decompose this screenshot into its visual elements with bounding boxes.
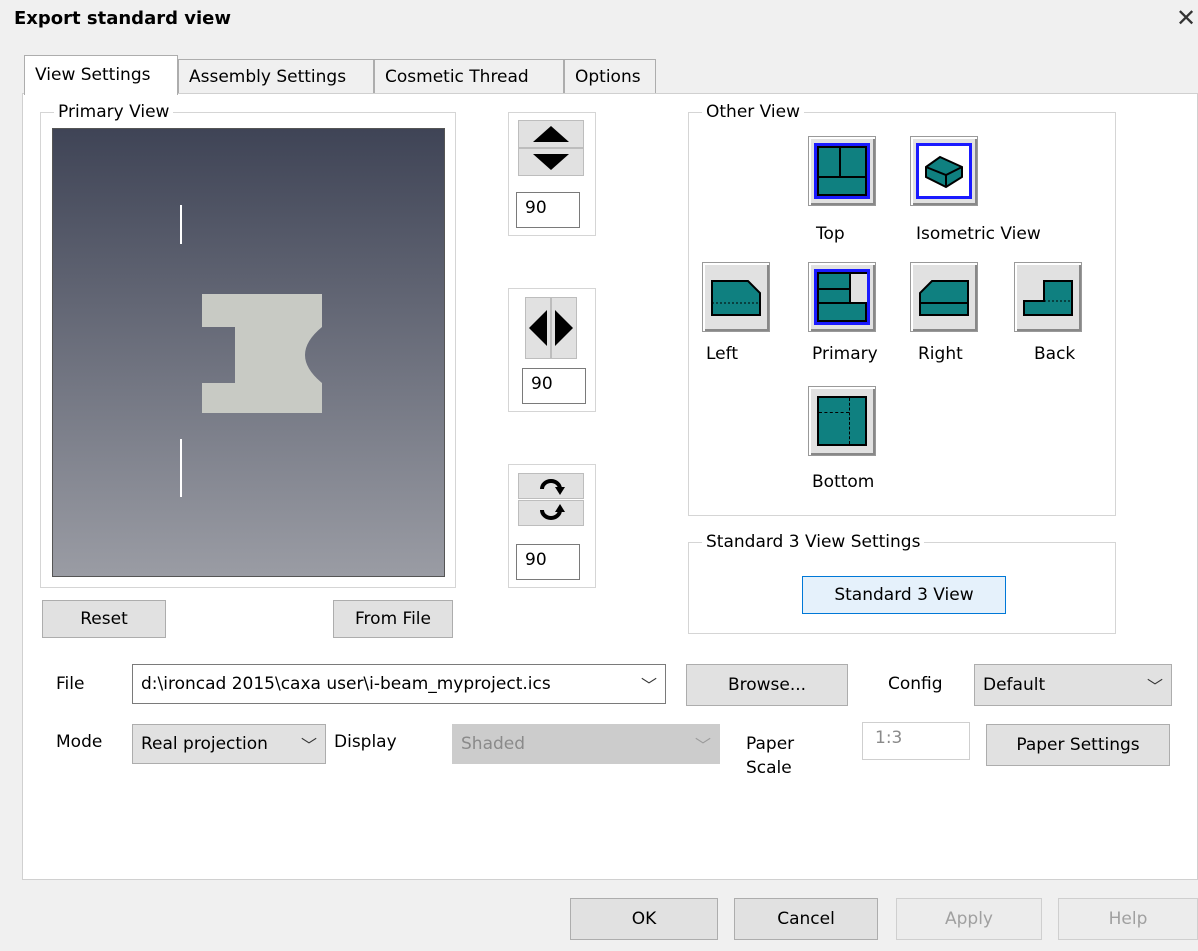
mode-value: Real projection xyxy=(141,734,268,754)
from-file-button[interactable]: From File xyxy=(333,600,453,638)
view-right-label: Right xyxy=(918,344,963,364)
close-icon[interactable]: ✕ xyxy=(1176,4,1196,32)
primary-view-icon xyxy=(814,269,870,325)
file-path-value: d:\ironcad 2015\caxa user\i-beam_myproje… xyxy=(141,674,551,694)
tab-cosmetic-thread[interactable]: Cosmetic Thread xyxy=(374,59,564,93)
primary-view-legend: Primary View xyxy=(54,102,174,122)
spin-angle-input[interactable]: 90 xyxy=(516,544,580,580)
tab-options[interactable]: Options xyxy=(564,59,656,93)
reset-button[interactable]: Reset xyxy=(42,600,166,638)
view-left-label: Left xyxy=(706,344,738,364)
file-label: File xyxy=(56,674,85,694)
view-left-button[interactable] xyxy=(702,262,770,332)
rotate-right-button[interactable] xyxy=(551,297,577,359)
rotate-cw-icon xyxy=(540,479,565,495)
chevron-down-icon: ﹀ xyxy=(640,676,657,695)
i-beam-profile xyxy=(202,294,322,413)
horizontal-angle-input[interactable]: 90 xyxy=(522,368,586,404)
paper-scale-label-line2: Scale xyxy=(746,758,792,778)
standard-3-view-button[interactable]: Standard 3 View xyxy=(802,576,1006,614)
view-bottom-label: Bottom xyxy=(812,472,875,492)
vertical-angle-input[interactable]: 90 xyxy=(516,192,580,228)
cancel-button[interactable]: Cancel xyxy=(734,898,878,940)
left-view-icon xyxy=(711,280,761,316)
browse-button[interactable]: Browse... xyxy=(686,664,848,706)
bottom-view-icon xyxy=(817,396,867,446)
primary-viewport[interactable] xyxy=(52,128,445,577)
config-select[interactable]: Default ﹀ xyxy=(974,664,1172,706)
rotate-ccw-icon xyxy=(540,504,565,520)
rotate-down-button[interactable] xyxy=(518,148,584,176)
config-label: Config xyxy=(888,674,943,694)
ok-button[interactable]: OK xyxy=(570,898,718,940)
view-back-label: Back xyxy=(1034,344,1076,364)
top-view-icon xyxy=(814,143,870,199)
view-right-button[interactable] xyxy=(910,262,978,332)
view-top-label: Top xyxy=(816,224,845,244)
display-label: Display xyxy=(334,732,397,752)
paper-scale-label-line1: Paper xyxy=(746,734,795,754)
mode-select[interactable]: Real projection ﹀ xyxy=(132,724,326,764)
arrow-down-icon xyxy=(533,154,569,170)
paper-scale-input[interactable]: 1:3 xyxy=(862,722,970,760)
chevron-down-icon: ﹀ xyxy=(300,736,317,755)
arrow-up-icon xyxy=(533,126,569,142)
config-value: Default xyxy=(983,675,1046,695)
view-primary-label: Primary xyxy=(812,344,878,364)
arrow-right-icon xyxy=(555,310,573,346)
dialog-title: Export standard view xyxy=(14,8,231,29)
other-view-legend: Other View xyxy=(702,102,805,122)
spin-counterclockwise-button[interactable] xyxy=(518,500,584,526)
chevron-down-icon: ﹀ xyxy=(694,736,711,755)
rotate-up-button[interactable] xyxy=(518,120,584,148)
part-preview xyxy=(180,205,322,497)
tab-view-settings[interactable]: View Settings xyxy=(24,55,178,95)
view-back-button[interactable] xyxy=(1014,262,1082,332)
view-top-button[interactable] xyxy=(808,136,876,206)
view-isometric-button[interactable] xyxy=(910,136,978,206)
display-value: Shaded xyxy=(461,734,526,754)
file-path-combo[interactable]: d:\ironcad 2015\caxa user\i-beam_myproje… xyxy=(132,664,666,704)
paper-settings-button[interactable]: Paper Settings xyxy=(986,724,1170,766)
right-view-icon xyxy=(919,280,969,316)
arrow-left-icon xyxy=(529,310,547,346)
spin-clockwise-button[interactable] xyxy=(518,473,584,499)
rotate-left-button[interactable] xyxy=(525,297,551,359)
display-select[interactable]: Shaded ﹀ xyxy=(452,724,720,764)
view-primary-button[interactable] xyxy=(808,262,876,332)
chevron-down-icon: ﹀ xyxy=(1146,677,1163,696)
view-bottom-button[interactable] xyxy=(808,386,876,456)
apply-button[interactable]: Apply xyxy=(896,898,1042,940)
isometric-view-icon xyxy=(916,143,972,199)
help-button[interactable]: Help xyxy=(1058,898,1198,940)
back-view-icon xyxy=(1023,280,1073,316)
tab-assembly-settings[interactable]: Assembly Settings xyxy=(178,59,374,93)
view-isometric-label: Isometric View xyxy=(916,224,1041,244)
standard3-legend: Standard 3 View Settings xyxy=(702,532,925,552)
mode-label: Mode xyxy=(56,732,103,752)
